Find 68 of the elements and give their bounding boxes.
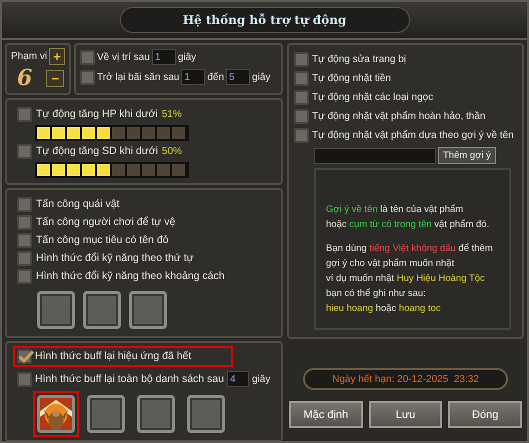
unit-label: giây <box>178 50 196 64</box>
option-label: Về vị trí sau <box>97 50 150 64</box>
checkbox[interactable] <box>17 269 32 284</box>
action-button[interactable]: Lưu <box>368 401 442 428</box>
option-label: Tự động nhặt vật phẩm dựa theo gợi ý về tên <box>312 129 514 142</box>
option-label: Tự động sửa trang bị <box>312 53 406 66</box>
checkbox[interactable] <box>17 215 32 230</box>
option-label: Hình thức đổi kỹ năng theo thứ tự <box>36 252 194 265</box>
skill-slot[interactable] <box>87 395 125 433</box>
window-title: Hệ thống hỗ trợ tự động <box>120 7 410 33</box>
hint-line: Gợi ý về tên là tên của vật phẩm <box>326 204 464 216</box>
hint-input-field[interactable] <box>314 148 436 164</box>
skill-slot[interactable] <box>37 291 75 329</box>
option-label: Hình thức buff lại hiệu ứng đã hết <box>35 350 192 363</box>
checkbox[interactable] <box>294 128 309 143</box>
option-label: Tấn công quái vật <box>36 198 120 211</box>
potion-label: Tự động tăng HP khi dưới <box>36 108 158 121</box>
skill-slot[interactable] <box>83 291 121 329</box>
option-label: Tự động nhặt vật phẩm hoàn hảo, thần <box>312 110 486 123</box>
percent-text: 50% <box>162 145 182 158</box>
between-label: đến <box>207 70 224 84</box>
hint-line: bạn có thể ghi như sau: <box>326 288 426 300</box>
hint-line: hieu hoang hoặc hoang toc <box>326 303 441 315</box>
seconds-field[interactable]: 5 <box>226 69 250 85</box>
checkbox[interactable] <box>17 107 32 122</box>
hint-line: hoặc cụm từ có trong tên vật phẩm đó. <box>326 219 490 231</box>
skill-slot[interactable] <box>129 291 167 329</box>
hint-line: ví dụ muốn nhặt Huy Hiệu Hoàng Tộc <box>326 273 485 285</box>
range-value: 6 <box>17 66 32 90</box>
option-label: Hình thức buff lại toàn bộ danh sách sau <box>35 372 224 386</box>
option-label: Tự động nhặt các loại ngọc <box>312 91 434 104</box>
checkbox[interactable] <box>294 109 309 124</box>
checkbox[interactable] <box>80 50 95 64</box>
checkbox[interactable] <box>17 144 32 159</box>
checkbox[interactable] <box>17 233 32 248</box>
hint-line: Bạn dùng tiếng Việt không dấu để thêm <box>326 243 493 255</box>
percent-text: 51% <box>162 108 182 121</box>
expiry-date: Ngày hết hạn: 20-12-2025 23:32 <box>303 368 508 390</box>
add-hint-button[interactable]: Thêm gợi ý <box>438 147 496 164</box>
checkbox[interactable] <box>17 349 32 364</box>
unit-label: giây <box>252 372 270 386</box>
checkbox[interactable] <box>17 197 32 212</box>
skill-slot[interactable] <box>187 395 225 433</box>
checkbox[interactable] <box>294 90 309 105</box>
checkbox[interactable] <box>294 71 309 86</box>
plus-button[interactable]: + <box>49 48 65 65</box>
seconds-field[interactable]: 4 <box>226 371 249 387</box>
option-label: Tấn công mục tiêu có tên đỏ <box>36 234 168 247</box>
option-label: Hình thức đổi kỹ năng theo khoảng cách <box>36 270 225 283</box>
option-label: Tự động nhặt tiền <box>312 72 391 85</box>
seconds-field[interactable]: 1 <box>152 49 176 65</box>
action-button[interactable]: Đóng <box>448 401 522 428</box>
option-label: Trở lại bãi săn sau <box>97 70 180 84</box>
checkbox[interactable] <box>17 251 32 266</box>
skill-slot[interactable] <box>137 395 175 433</box>
potion-label: Tự động tăng SD khi dưới <box>36 145 158 158</box>
checkbox[interactable] <box>294 52 309 67</box>
level-bar[interactable] <box>37 127 187 139</box>
range-label: Phạm vi <box>11 50 48 63</box>
checkbox[interactable] <box>17 372 32 386</box>
unit-label: giây <box>252 70 270 84</box>
action-button[interactable]: Mặc định <box>289 401 363 428</box>
checkbox[interactable] <box>80 70 95 84</box>
option-label: Tấn công người chơi để tự vệ <box>36 216 176 229</box>
seconds-field[interactable]: 1 <box>181 69 206 85</box>
minus-button[interactable]: − <box>46 70 64 86</box>
hint-line: gợi ý cho vật phẩm muốn nhặt <box>326 258 454 270</box>
level-bar[interactable] <box>37 164 187 176</box>
